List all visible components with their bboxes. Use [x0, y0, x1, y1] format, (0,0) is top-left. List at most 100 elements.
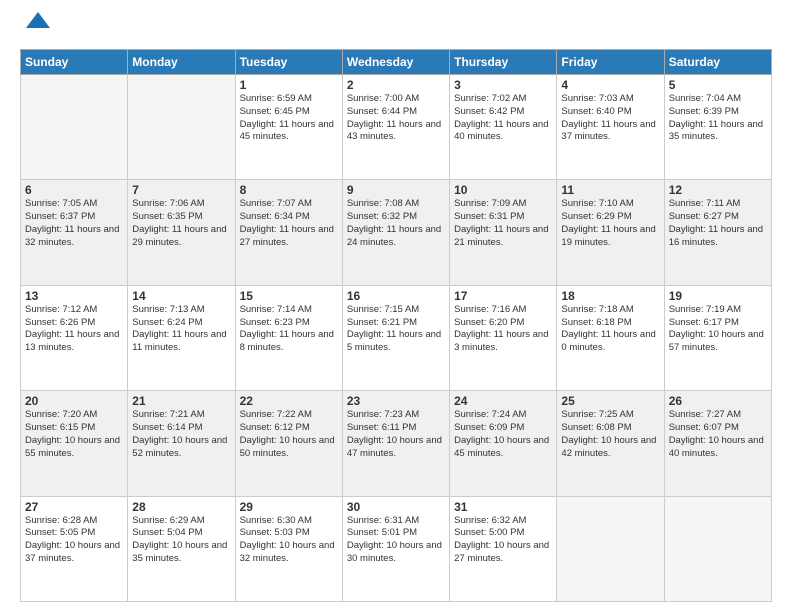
- calendar-week-1: 1Sunrise: 6:59 AMSunset: 6:45 PMDaylight…: [21, 75, 772, 180]
- calendar-cell: 9Sunrise: 7:08 AMSunset: 6:32 PMDaylight…: [342, 180, 449, 285]
- day-info: Sunrise: 7:04 AMSunset: 6:39 PMDaylight:…: [669, 93, 767, 144]
- col-header-thursday: Thursday: [450, 50, 557, 75]
- col-header-friday: Friday: [557, 50, 664, 75]
- day-number: 19: [669, 289, 767, 303]
- col-header-saturday: Saturday: [664, 50, 771, 75]
- day-number: 23: [347, 394, 445, 408]
- header-row: SundayMondayTuesdayWednesdayThursdayFrid…: [21, 50, 772, 75]
- day-info: Sunrise: 7:03 AMSunset: 6:40 PMDaylight:…: [561, 93, 659, 144]
- day-info: Sunrise: 6:59 AMSunset: 6:45 PMDaylight:…: [240, 93, 338, 144]
- calendar-cell: 7Sunrise: 7:06 AMSunset: 6:35 PMDaylight…: [128, 180, 235, 285]
- day-info: Sunrise: 6:32 AMSunset: 5:00 PMDaylight:…: [454, 515, 552, 566]
- col-header-sunday: Sunday: [21, 50, 128, 75]
- logo-icon: [24, 8, 52, 41]
- day-info: Sunrise: 7:21 AMSunset: 6:14 PMDaylight:…: [132, 409, 230, 460]
- calendar-cell: 11Sunrise: 7:10 AMSunset: 6:29 PMDayligh…: [557, 180, 664, 285]
- calendar-cell: 6Sunrise: 7:05 AMSunset: 6:37 PMDaylight…: [21, 180, 128, 285]
- day-number: 17: [454, 289, 552, 303]
- calendar-cell: 22Sunrise: 7:22 AMSunset: 6:12 PMDayligh…: [235, 391, 342, 496]
- day-number: 5: [669, 78, 767, 92]
- day-info: Sunrise: 7:12 AMSunset: 6:26 PMDaylight:…: [25, 304, 123, 355]
- day-number: 2: [347, 78, 445, 92]
- day-number: 26: [669, 394, 767, 408]
- calendar-cell: 31Sunrise: 6:32 AMSunset: 5:00 PMDayligh…: [450, 496, 557, 601]
- day-info: Sunrise: 7:09 AMSunset: 6:31 PMDaylight:…: [454, 198, 552, 249]
- day-info: Sunrise: 7:11 AMSunset: 6:27 PMDaylight:…: [669, 198, 767, 249]
- day-number: 15: [240, 289, 338, 303]
- calendar-cell: 25Sunrise: 7:25 AMSunset: 6:08 PMDayligh…: [557, 391, 664, 496]
- calendar-table: SundayMondayTuesdayWednesdayThursdayFrid…: [20, 49, 772, 602]
- day-info: Sunrise: 7:10 AMSunset: 6:29 PMDaylight:…: [561, 198, 659, 249]
- calendar-week-3: 13Sunrise: 7:12 AMSunset: 6:26 PMDayligh…: [21, 285, 772, 390]
- day-number: 24: [454, 394, 552, 408]
- day-info: Sunrise: 6:31 AMSunset: 5:01 PMDaylight:…: [347, 515, 445, 566]
- day-info: Sunrise: 7:19 AMSunset: 6:17 PMDaylight:…: [669, 304, 767, 355]
- day-info: Sunrise: 7:13 AMSunset: 6:24 PMDaylight:…: [132, 304, 230, 355]
- day-number: 14: [132, 289, 230, 303]
- col-header-wednesday: Wednesday: [342, 50, 449, 75]
- calendar-cell: 27Sunrise: 6:28 AMSunset: 5:05 PMDayligh…: [21, 496, 128, 601]
- day-info: Sunrise: 7:05 AMSunset: 6:37 PMDaylight:…: [25, 198, 123, 249]
- calendar-cell: 28Sunrise: 6:29 AMSunset: 5:04 PMDayligh…: [128, 496, 235, 601]
- calendar-cell: [128, 75, 235, 180]
- day-info: Sunrise: 6:30 AMSunset: 5:03 PMDaylight:…: [240, 515, 338, 566]
- day-number: 18: [561, 289, 659, 303]
- calendar-week-5: 27Sunrise: 6:28 AMSunset: 5:05 PMDayligh…: [21, 496, 772, 601]
- header: [20, 16, 772, 41]
- day-number: 31: [454, 500, 552, 514]
- day-number: 12: [669, 183, 767, 197]
- day-info: Sunrise: 7:08 AMSunset: 6:32 PMDaylight:…: [347, 198, 445, 249]
- calendar-cell: 18Sunrise: 7:18 AMSunset: 6:18 PMDayligh…: [557, 285, 664, 390]
- calendar-cell: 21Sunrise: 7:21 AMSunset: 6:14 PMDayligh…: [128, 391, 235, 496]
- day-number: 27: [25, 500, 123, 514]
- day-info: Sunrise: 7:27 AMSunset: 6:07 PMDaylight:…: [669, 409, 767, 460]
- calendar-cell: 24Sunrise: 7:24 AMSunset: 6:09 PMDayligh…: [450, 391, 557, 496]
- day-info: Sunrise: 7:16 AMSunset: 6:20 PMDaylight:…: [454, 304, 552, 355]
- calendar-cell: 5Sunrise: 7:04 AMSunset: 6:39 PMDaylight…: [664, 75, 771, 180]
- calendar-cell: 17Sunrise: 7:16 AMSunset: 6:20 PMDayligh…: [450, 285, 557, 390]
- calendar-cell: 20Sunrise: 7:20 AMSunset: 6:15 PMDayligh…: [21, 391, 128, 496]
- calendar-cell: 15Sunrise: 7:14 AMSunset: 6:23 PMDayligh…: [235, 285, 342, 390]
- day-info: Sunrise: 7:07 AMSunset: 6:34 PMDaylight:…: [240, 198, 338, 249]
- day-number: 13: [25, 289, 123, 303]
- day-info: Sunrise: 7:24 AMSunset: 6:09 PMDaylight:…: [454, 409, 552, 460]
- day-info: Sunrise: 7:02 AMSunset: 6:42 PMDaylight:…: [454, 93, 552, 144]
- day-info: Sunrise: 7:18 AMSunset: 6:18 PMDaylight:…: [561, 304, 659, 355]
- day-info: Sunrise: 7:22 AMSunset: 6:12 PMDaylight:…: [240, 409, 338, 460]
- calendar-cell: [21, 75, 128, 180]
- calendar-cell: 23Sunrise: 7:23 AMSunset: 6:11 PMDayligh…: [342, 391, 449, 496]
- calendar-week-4: 20Sunrise: 7:20 AMSunset: 6:15 PMDayligh…: [21, 391, 772, 496]
- col-header-monday: Monday: [128, 50, 235, 75]
- calendar-cell: 26Sunrise: 7:27 AMSunset: 6:07 PMDayligh…: [664, 391, 771, 496]
- day-number: 3: [454, 78, 552, 92]
- calendar-cell: 12Sunrise: 7:11 AMSunset: 6:27 PMDayligh…: [664, 180, 771, 285]
- day-number: 22: [240, 394, 338, 408]
- calendar-week-2: 6Sunrise: 7:05 AMSunset: 6:37 PMDaylight…: [21, 180, 772, 285]
- calendar-cell: 29Sunrise: 6:30 AMSunset: 5:03 PMDayligh…: [235, 496, 342, 601]
- day-number: 29: [240, 500, 338, 514]
- day-number: 30: [347, 500, 445, 514]
- day-number: 20: [25, 394, 123, 408]
- calendar-cell: 30Sunrise: 6:31 AMSunset: 5:01 PMDayligh…: [342, 496, 449, 601]
- day-number: 4: [561, 78, 659, 92]
- day-info: Sunrise: 7:23 AMSunset: 6:11 PMDaylight:…: [347, 409, 445, 460]
- day-number: 1: [240, 78, 338, 92]
- day-info: Sunrise: 7:00 AMSunset: 6:44 PMDaylight:…: [347, 93, 445, 144]
- day-number: 10: [454, 183, 552, 197]
- day-number: 21: [132, 394, 230, 408]
- day-info: Sunrise: 7:14 AMSunset: 6:23 PMDaylight:…: [240, 304, 338, 355]
- page: SundayMondayTuesdayWednesdayThursdayFrid…: [0, 0, 792, 612]
- calendar-cell: 10Sunrise: 7:09 AMSunset: 6:31 PMDayligh…: [450, 180, 557, 285]
- day-number: 25: [561, 394, 659, 408]
- calendar-cell: 3Sunrise: 7:02 AMSunset: 6:42 PMDaylight…: [450, 75, 557, 180]
- logo: [20, 16, 52, 41]
- day-number: 16: [347, 289, 445, 303]
- calendar-cell: 13Sunrise: 7:12 AMSunset: 6:26 PMDayligh…: [21, 285, 128, 390]
- day-number: 9: [347, 183, 445, 197]
- calendar-cell: [557, 496, 664, 601]
- col-header-tuesday: Tuesday: [235, 50, 342, 75]
- day-number: 11: [561, 183, 659, 197]
- day-number: 8: [240, 183, 338, 197]
- day-info: Sunrise: 7:20 AMSunset: 6:15 PMDaylight:…: [25, 409, 123, 460]
- calendar-cell: 1Sunrise: 6:59 AMSunset: 6:45 PMDaylight…: [235, 75, 342, 180]
